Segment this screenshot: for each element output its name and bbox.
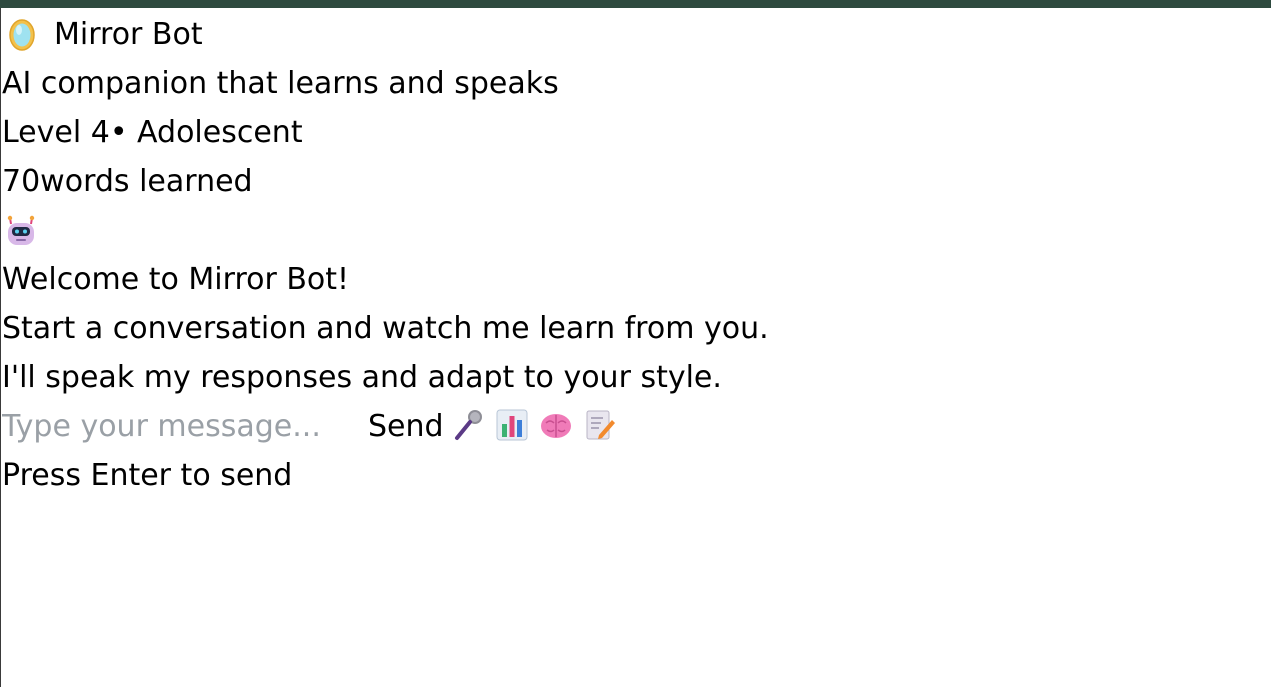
window-left-edge bbox=[0, 8, 1, 687]
message-composer: Send bbox=[2, 402, 1262, 451]
microphone-icon bbox=[451, 408, 485, 445]
welcome-heading: Welcome to Mirror Bot! bbox=[2, 262, 350, 297]
window-top-strip bbox=[0, 0, 1271, 8]
stats-button[interactable] bbox=[494, 409, 530, 445]
notes-button[interactable] bbox=[582, 409, 618, 445]
app-subtitle: AI companion that learns and speaks bbox=[2, 66, 559, 101]
chart-icon bbox=[495, 408, 529, 445]
app-content: Mirror Bot AI companion that learns and … bbox=[2, 10, 1262, 500]
welcome-line-2: I'll speak my responses and adapt to you… bbox=[2, 360, 722, 395]
app-title: Mirror Bot bbox=[54, 17, 203, 52]
words-learned-count: 70words learned bbox=[2, 164, 253, 199]
mirror-icon bbox=[8, 18, 36, 52]
level-status: Level 4• Adolescent bbox=[2, 115, 303, 150]
memo-icon bbox=[583, 408, 617, 445]
app-header: Mirror Bot bbox=[2, 10, 1262, 59]
voice-input-button[interactable] bbox=[450, 409, 486, 445]
send-hint: Press Enter to send bbox=[2, 458, 293, 493]
send-button[interactable]: Send bbox=[368, 409, 444, 444]
bot-avatar bbox=[2, 206, 1262, 255]
memory-button[interactable] bbox=[538, 409, 574, 445]
robot-icon bbox=[4, 214, 38, 248]
message-input[interactable] bbox=[2, 406, 368, 447]
welcome-line-1: Start a conversation and watch me learn … bbox=[2, 311, 769, 346]
brain-icon bbox=[539, 408, 573, 445]
